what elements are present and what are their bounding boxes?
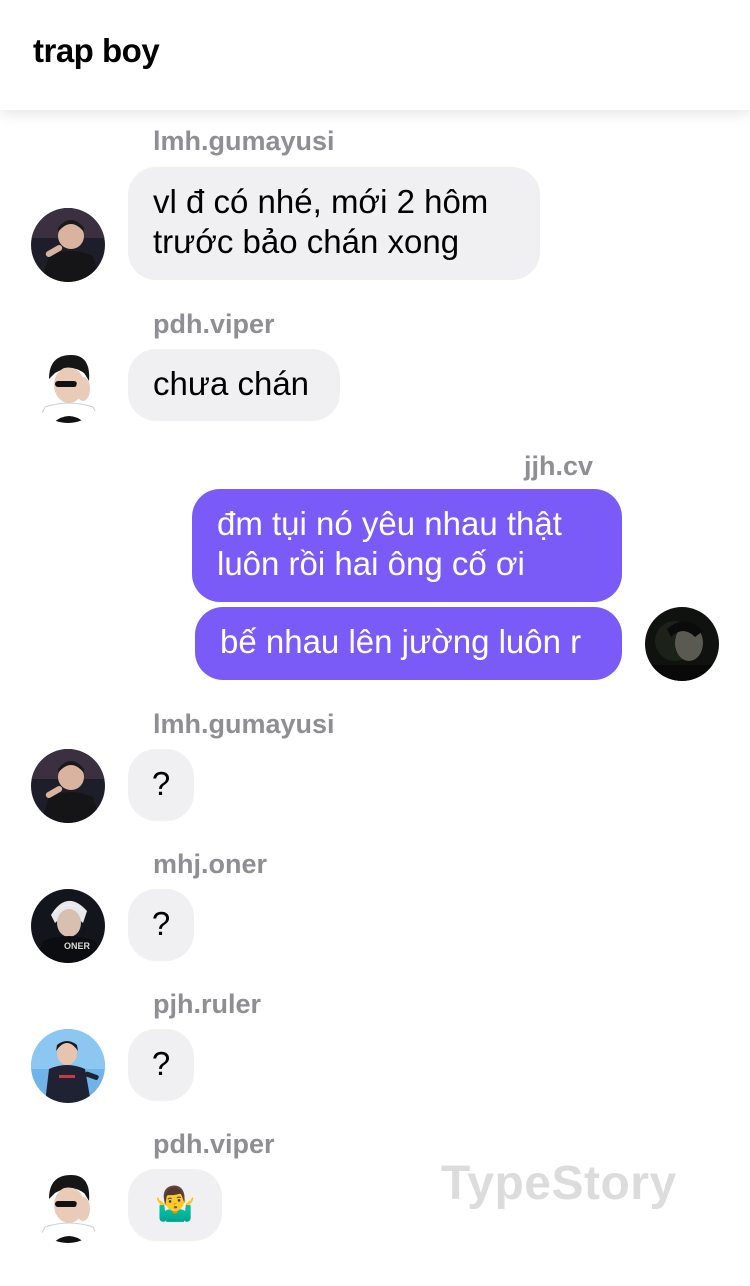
typestory-watermark: TypeStory (441, 1157, 677, 1210)
message-bubble[interactable]: vl đ có nhé, mới 2 hôm trước bảo chán xo… (128, 167, 540, 280)
message-bubble[interactable]: ? (128, 749, 194, 821)
sender-name: pdh.viper (153, 1129, 275, 1159)
sender-name: pjh.ruler (153, 989, 262, 1019)
avatar-ruler[interactable] (31, 1029, 105, 1103)
avatar-oner[interactable]: ONER (31, 889, 105, 963)
message-bubble[interactable]: ? (128, 889, 194, 961)
sender-name: jjh.cv (524, 451, 594, 481)
avatar-viper[interactable] (31, 1169, 105, 1243)
avatar-jjh-cv[interactable] (645, 607, 719, 681)
avatar-gumayusi[interactable] (31, 749, 105, 823)
chat-header: trap boy (0, 0, 750, 110)
message-bubble-sent[interactable]: đm tụi nó yêu nhau thật luôn rồi hai ông… (192, 489, 622, 602)
message-bubble-sent[interactable]: bế nhau lên jường luôn r (195, 607, 622, 680)
sender-name: pdh.viper (153, 309, 275, 339)
message-bubble[interactable]: chưa chán (128, 349, 340, 421)
message-bubble[interactable]: ? (128, 1029, 194, 1101)
avatar-viper[interactable] (31, 349, 105, 423)
sender-name: mhj.oner (153, 849, 268, 879)
avatar-gumayusi[interactable] (31, 208, 105, 282)
sender-name: lmh.gumayusi (153, 126, 335, 156)
sender-name: lmh.gumayusi (153, 709, 335, 739)
chat-title[interactable]: trap boy (33, 32, 160, 70)
jersey-text: ONER (64, 941, 91, 951)
message-bubble-emoji[interactable]: 🤷‍♂️ (128, 1169, 222, 1241)
